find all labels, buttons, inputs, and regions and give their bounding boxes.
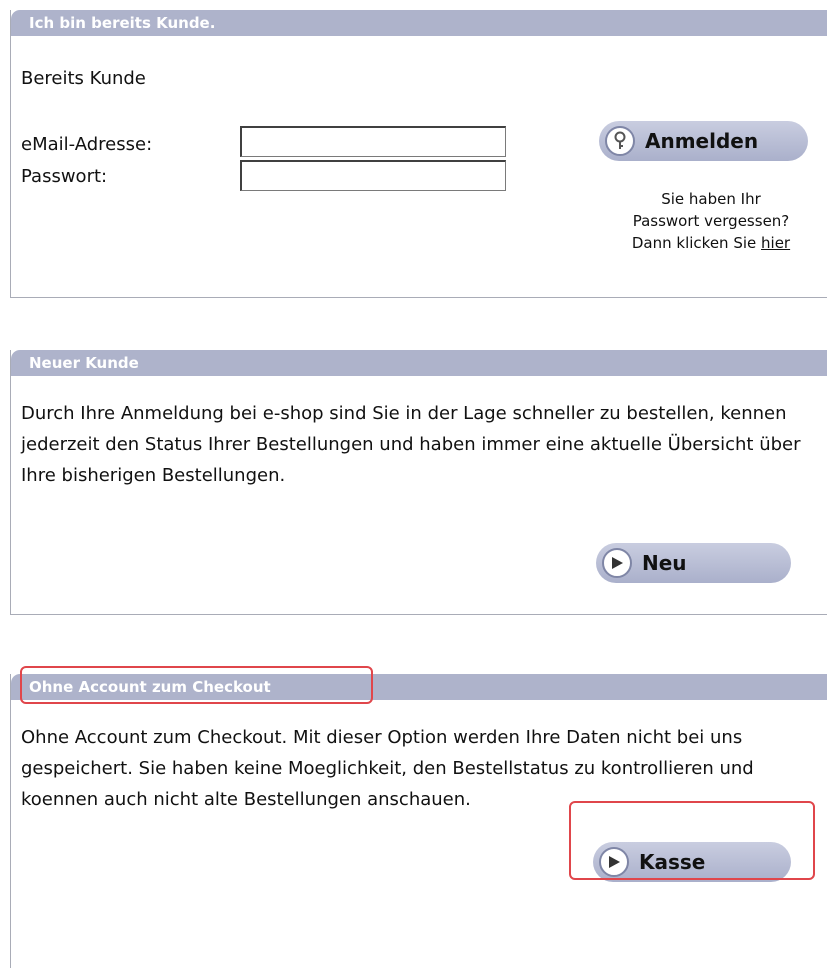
forgot-password-text: Sie haben Ihr Passwort vergessen? Dann k… bbox=[581, 188, 827, 254]
forgot-line-1: Sie haben Ihr bbox=[661, 190, 761, 208]
existing-customer-header: Ich bin bereits Kunde. bbox=[11, 10, 827, 36]
existing-customer-panel: Ich bin bereits Kunde. Bereits Kunde eMa… bbox=[10, 10, 827, 298]
email-field[interactable] bbox=[240, 126, 506, 157]
email-label: eMail-Adresse: bbox=[21, 134, 153, 155]
new-customer-text: Durch Ihre Anmeldung bei e-shop sind Sie… bbox=[21, 403, 801, 486]
new-button[interactable]: Neu bbox=[596, 543, 791, 583]
new-button-label: Neu bbox=[642, 551, 687, 575]
key-icon bbox=[605, 126, 635, 156]
login-button[interactable]: Anmelden bbox=[599, 121, 808, 161]
forgot-line-2: Passwort vergessen? bbox=[632, 212, 790, 230]
new-customer-header: Neuer Kunde bbox=[11, 350, 827, 376]
arrow-right-icon bbox=[602, 548, 632, 578]
new-customer-panel: Neuer Kunde Durch Ihre Anmeldung bei e-s… bbox=[10, 350, 827, 615]
forgot-line-3: Dann klicken Sie hier bbox=[581, 232, 827, 254]
password-field[interactable] bbox=[240, 160, 506, 191]
forgot-line-3-text: Dann klicken Sie bbox=[631, 234, 757, 252]
login-button-label: Anmelden bbox=[645, 129, 759, 153]
existing-customer-subtitle: Bereits Kunde bbox=[21, 68, 146, 89]
checkout-highlight-box bbox=[569, 801, 815, 880]
password-label: Passwort: bbox=[21, 166, 108, 187]
header-highlight-box bbox=[20, 666, 373, 704]
forgot-password-link[interactable]: hier bbox=[761, 234, 790, 252]
